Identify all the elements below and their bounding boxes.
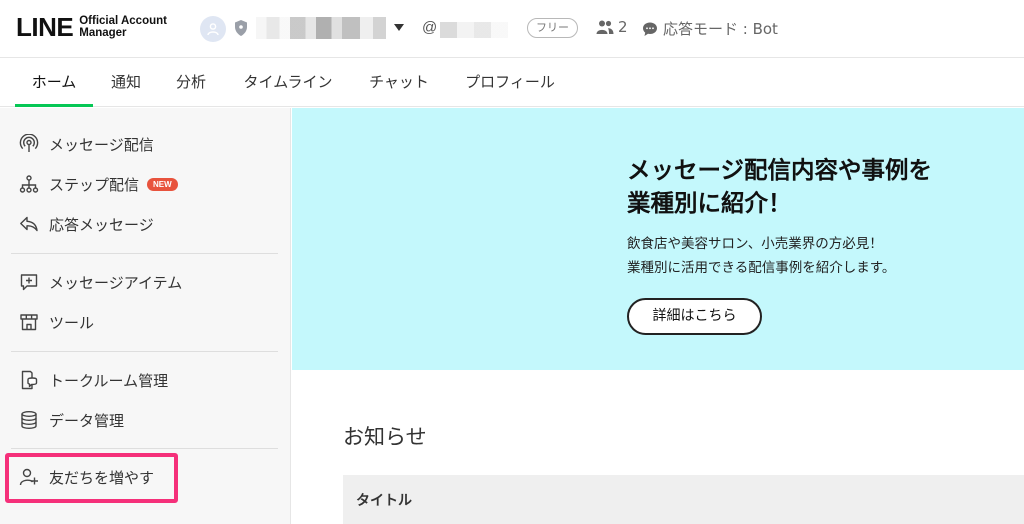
sidebar-item-label: メッセージアイテム (49, 273, 183, 292)
tab-home[interactable]: ホーム (15, 58, 93, 107)
tab-timeline[interactable]: タイムライン (232, 58, 344, 106)
tab-notifications[interactable]: 通知 (103, 58, 149, 106)
banner-title: メッセージ配信内容や事例を 業種別に紹介！ (627, 154, 1007, 220)
tab-chat[interactable]: チャット (359, 58, 439, 106)
shield-icon (235, 20, 247, 36)
promo-banner[interactable]: メッセージ配信内容や事例を 業種別に紹介！ 飲食店や美容サロン、小売業界の方必見… (292, 108, 1024, 370)
member-count[interactable]: 2 (596, 18, 628, 36)
response-mode[interactable]: 応答モード : Bot (642, 18, 778, 39)
sidebar-item-label: 応答メッセージ (49, 215, 154, 234)
logo-brand: LINE (16, 11, 74, 42)
logo-subtitle-line1: Official Account (79, 15, 167, 27)
account-switch-chevron-down-icon[interactable] (394, 24, 404, 31)
logo-subtitle-line2: Manager (79, 27, 127, 39)
sidebar-item-tools[interactable]: ツール (18, 310, 94, 334)
account-id-redacted (440, 22, 508, 38)
account-name-redacted[interactable] (256, 17, 386, 39)
banner-text-line1: 飲食店や美容サロン、小売業界の方必見！ (627, 236, 883, 252)
broadcast-icon (18, 133, 40, 155)
tab-analytics[interactable]: 分析 (168, 58, 214, 106)
sidebar-divider (11, 448, 278, 449)
sidebar-item-data-management[interactable]: データ管理 (18, 408, 124, 432)
sidebar: メッセージ配信 ステップ配信 NEW 応答メッセージ メッセージアイテム ツール… (0, 108, 291, 524)
plan-badge: フリー (527, 18, 578, 38)
members-icon (596, 20, 614, 34)
banner-description: 飲食店や美容サロン、小売業界の方必見！ 業種別に活用できる配信事例を紹介します。 (627, 232, 1007, 280)
sidebar-item-label: ステップ配信 (49, 175, 140, 194)
sidebar-item-auto-reply[interactable]: 応答メッセージ (18, 212, 154, 236)
step-tree-icon (18, 173, 40, 195)
sidebar-item-label: トークルーム管理 (49, 371, 169, 390)
member-count-value: 2 (618, 18, 628, 36)
sidebar-divider (11, 351, 278, 352)
banner-title-line1: メッセージ配信内容や事例を (627, 156, 933, 184)
sidebar-item-label: データ管理 (49, 411, 125, 430)
sidebar-item-message-broadcast[interactable]: メッセージ配信 (18, 132, 154, 156)
account-avatar[interactable] (200, 16, 226, 42)
main-tabs: ホーム 通知 分析 タイムライン チャット プロフィール (0, 58, 1024, 107)
details-button[interactable]: 詳細はこちら (627, 298, 762, 335)
top-header: LINE Official Account Manager @ フリー 2 応答… (0, 0, 1024, 58)
reply-arrow-icon (18, 213, 40, 235)
account-id-at: @ (422, 19, 438, 36)
chat-room-icon (18, 369, 40, 391)
sidebar-item-step-broadcast[interactable]: ステップ配信 NEW (18, 172, 178, 196)
response-mode-label: 応答モード : Bot (663, 20, 778, 38)
database-icon (18, 409, 40, 431)
user-placeholder-icon (207, 23, 219, 36)
sidebar-divider (11, 253, 278, 254)
column-header-title: タイトル (356, 493, 412, 509)
sidebar-item-label: ツール (49, 313, 95, 332)
highlight-box (5, 453, 178, 503)
banner-text-line2: 業種別に活用できる配信事例を紹介します。 (627, 260, 896, 276)
notices-heading: お知らせ (343, 425, 427, 449)
new-badge: NEW (147, 177, 178, 191)
logo-subtitle: Official Account Manager (79, 15, 167, 39)
tab-profile[interactable]: プロフィール (455, 58, 565, 106)
sidebar-item-message-items[interactable]: メッセージアイテム (18, 270, 182, 294)
tool-shop-icon (18, 311, 40, 333)
notices-table-header: タイトル (343, 475, 1024, 524)
sidebar-item-label: メッセージ配信 (49, 135, 154, 154)
line-oa-logo[interactable]: LINE Official Account Manager (16, 12, 167, 42)
message-item-icon (18, 271, 40, 293)
chat-bubble-icon (643, 22, 657, 36)
sidebar-item-talk-room[interactable]: トークルーム管理 (18, 368, 168, 392)
banner-title-line2: 業種別に紹介！ (627, 189, 792, 217)
